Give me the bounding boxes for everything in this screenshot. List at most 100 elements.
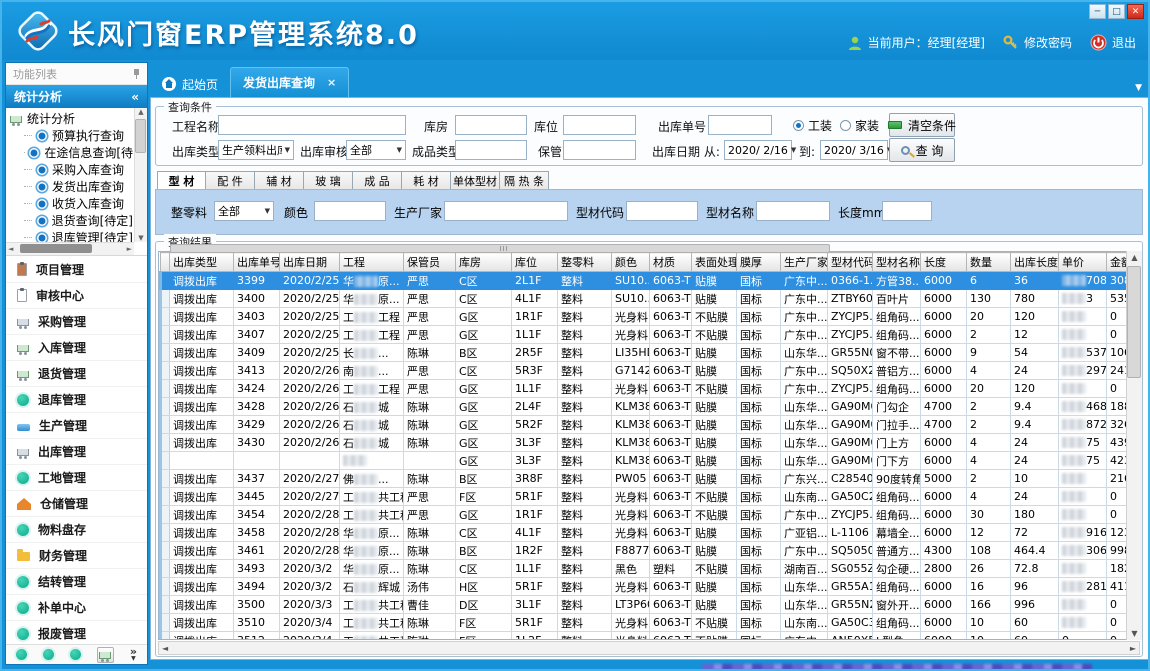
clear-conditions-button[interactable]: 清空条件 [889,113,955,137]
column-header-出库单号[interactable]: 出库单号 [234,253,280,272]
column-header-出库类型[interactable]: 出库类型 [170,253,234,272]
table-row[interactable]: 调拨出库34032020/2/25工工程严思G区1R1F整料光身料6063-T5… [161,308,1131,326]
material-tab-耗材[interactable]: 耗 材 [402,171,451,190]
audit-select[interactable]: 全部▼ [346,140,406,160]
column-header-材质[interactable]: 材质 [650,253,692,272]
search-button[interactable]: 查 询 [889,138,955,162]
profile-name-input[interactable] [756,201,830,221]
sidebar-item-入库管理[interactable]: 入库管理 [6,334,147,360]
project-name-input[interactable] [218,115,406,135]
material-tab-单体型材[interactable]: 单体型材 [451,171,500,190]
length-input[interactable] [882,201,932,221]
sidebar-item-财务管理[interactable]: 财务管理 [6,542,147,568]
table-row[interactable]: 调拨出库33992020/2/25华原...严思C区2L1F整料SU10...6… [161,272,1131,290]
sidebar-item-退库管理[interactable]: 退库管理 [6,386,147,412]
change-password-button[interactable]: 修改密码 [1003,34,1072,51]
table-row[interactable]: G区3L3F整料KLM38176063-T5贴膜国标山东华...GA90M09.… [161,452,1131,470]
column-header-表面处理[interactable]: 表面处理 [692,253,737,272]
tab-发货出库查询[interactable]: 发货出库查询× [230,67,349,97]
tree-item-预算执行查询[interactable]: 预算执行查询 [10,127,133,144]
table-row[interactable]: 调拨出库34092020/2/25长...陈琳B区2R5F整料LI35HD606… [161,344,1131,362]
grid-horizontal-scrollbar[interactable]: ◄ ► [158,641,1140,655]
tree-item-退货查询[待定][interactable]: 退货查询[待定] [10,212,133,229]
sidebar-item-出库管理[interactable]: 出库管理 [6,438,147,464]
column-header-整零料[interactable]: 整零料 [558,253,612,272]
whole-part-select[interactable]: 全部▼ [214,201,274,221]
table-row[interactable]: 调拨出库34072020/2/25工工程严思G区1L1F整料光身料6063-T5… [161,326,1131,344]
date-to-select[interactable]: 2020/ 3/16▼ [820,140,888,160]
column-header-数量[interactable]: 数量 [967,253,1011,272]
material-tab-隔热条[interactable]: 隔 热 条 [500,171,549,190]
material-tab-型材[interactable]: 型 材 [157,171,206,190]
sidebar-item-采购管理[interactable]: 采购管理 [6,308,147,334]
table-row[interactable]: 调拨出库35122020/3/4工共工程陈琳F区1L2F整料光身料6063-T5… [161,632,1131,641]
grid-vscroll-thumb[interactable] [1127,266,1141,378]
collapse-icon[interactable]: « [131,90,139,104]
column-header-库房[interactable]: 库房 [456,253,512,272]
product-type-input[interactable] [455,140,527,160]
minimize-button[interactable]: ─ [1089,4,1106,19]
scroll-left-icon[interactable]: ◄ [8,245,13,253]
sidebar-section-header[interactable]: 统计分析 « [6,85,147,108]
factory-input[interactable] [444,201,568,221]
radio-work-install[interactable]: 工装 [793,117,832,134]
table-row[interactable]: 调拨出库35002020/3/3工共工程曹佳D区3L1F整料LT3P606063… [161,596,1131,614]
material-tab-配件[interactable]: 配 件 [206,171,255,190]
tab-close-icon[interactable]: × [327,76,336,89]
table-row[interactable]: 调拨出库34612020/2/28华原...陈琳B区1R2F整料F8877FT6… [161,542,1131,560]
scroll-right-icon[interactable]: ► [127,245,132,253]
table-row[interactable]: 调拨出库34932020/3/2华原...陈琳C区1L1F整料黑色塑料不贴膜国标… [161,560,1131,578]
scroll-right-icon[interactable]: ► [1130,644,1136,653]
column-header-型材代码[interactable]: 型材代码 [828,253,873,272]
table-row[interactable]: 调拨出库34582020/2/28华原...陈琳C区4L1F整料光身料6063-… [161,524,1131,542]
sidebar-item-物料盘存[interactable]: 物料盘存 [6,516,147,542]
sidebar-item-生产管理[interactable]: 生产管理 [6,412,147,438]
table-row[interactable]: 调拨出库35102020/3/4工共工程陈琳F区5R1F整料光身料6063-T5… [161,614,1131,632]
logout-button[interactable]: 退出 [1090,34,1136,51]
table-row[interactable]: 调拨出库34282020/2/26石城陈琳G区2L4F整料KLM38176063… [161,398,1131,416]
scroll-down-icon[interactable]: ▼ [1131,629,1137,638]
column-header-出库日期[interactable]: 出库日期 [280,253,340,272]
maximize-button[interactable]: □ [1108,4,1125,19]
color-input[interactable] [314,201,386,221]
sidebar-item-补单中心[interactable]: 补单中心 [6,594,147,620]
tab-起始页[interactable]: 起始页 [150,71,230,97]
out-type-select[interactable]: 生产领料出库▼ [218,140,294,160]
scroll-up-icon[interactable]: ▲ [1131,253,1137,262]
table-row[interactable]: 调拨出库34942020/3/2石辉城汤伟H区5R1F整料光身料6063-T5贴… [161,578,1131,596]
table-row[interactable]: 调拨出库34242020/2/26工工程严思G区1L1F整料光身料6063-T5… [161,380,1131,398]
date-from-select[interactable]: 2020/ 2/16▼ [724,140,792,160]
pane-circle-icon[interactable] [16,649,27,660]
location-input[interactable] [563,115,636,135]
column-header-颜色[interactable]: 颜色 [612,253,650,272]
sidebar-item-项目管理[interactable]: 项目管理 [6,256,147,282]
sidebar-item-工地管理[interactable]: 工地管理 [6,464,147,490]
material-tab-玻璃[interactable]: 玻 璃 [304,171,353,190]
table-row[interactable]: 调拨出库34452020/2/27工共工程严思F区5R1F整料光身料6063-T… [161,488,1131,506]
sidebar-item-仓储管理[interactable]: 仓储管理 [6,490,147,516]
material-tab-成品[interactable]: 成 品 [353,171,402,190]
pane-cart-button[interactable] [97,647,114,663]
scroll-up-icon[interactable]: ▲ [138,108,143,116]
more-buttons-chevron[interactable]: »▼ [130,648,137,662]
grid-hscroll-thumb[interactable] [170,244,830,253]
column-header-长度[interactable]: 长度 [921,253,967,272]
tree-item-采购入库查询[interactable]: 采购入库查询 [10,161,133,178]
material-tab-辅材[interactable]: 辅 材 [255,171,304,190]
tree-root[interactable]: 统计分析 [10,110,133,127]
table-row[interactable]: 调拨出库34002020/2/25华原...严思C区4L1F整料SU10...6… [161,290,1131,308]
column-header-库位[interactable]: 库位 [512,253,558,272]
tab-overflow-icon[interactable]: ▼ [1135,83,1150,97]
column-header-单价[interactable]: 单价 [1059,253,1107,272]
column-header-出库长度[interactable]: 出库长度 [1011,253,1059,272]
radio-home-install[interactable]: 家装 [840,117,879,134]
close-button[interactable]: ✕ [1127,4,1144,19]
pin-icon[interactable] [133,69,140,79]
table-row[interactable]: 调拨出库34542020/2/28工共工程严思G区1R1F整料光身料6063-T… [161,506,1131,524]
column-header-型材名称[interactable]: 型材名称 [873,253,921,272]
tree-item-在途信息查询[待[interactable]: 在途信息查询[待 [10,144,133,161]
table-row[interactable]: 调拨出库34372020/2/27佛...陈琳B区3R8F整料PW056063-… [161,470,1131,488]
tree-hscroll-thumb[interactable] [20,244,92,253]
table-row[interactable]: 调拨出库34132020/2/26南...严思C区5R3F整料G71422606… [161,362,1131,380]
keeper-input[interactable] [563,140,636,160]
